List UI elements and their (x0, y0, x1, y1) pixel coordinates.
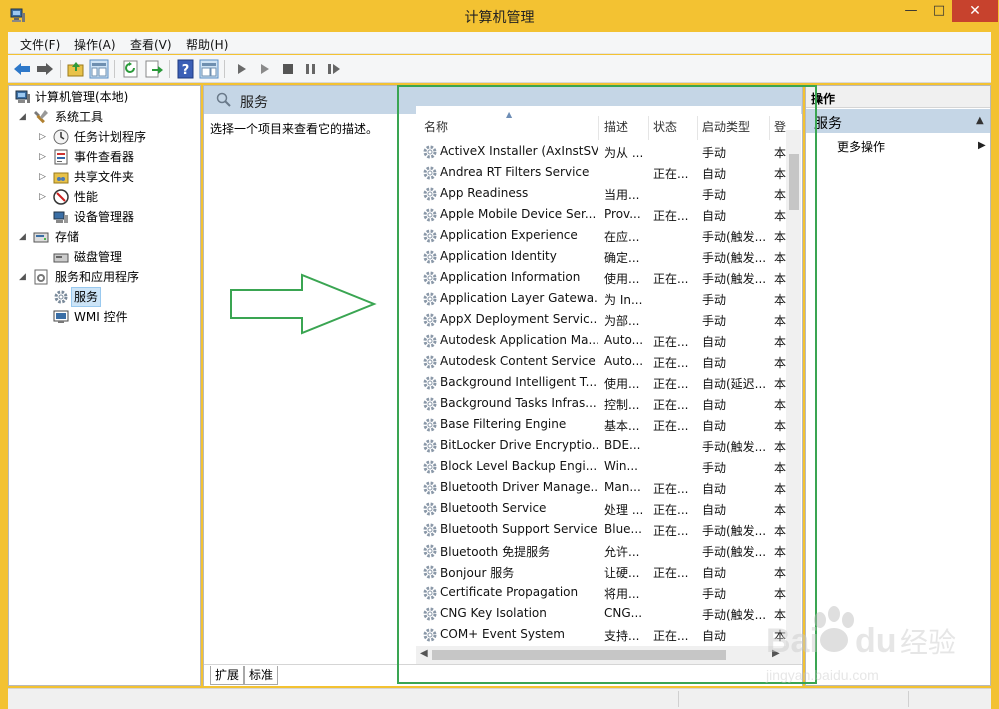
watermark-brand-suffix: du (855, 622, 897, 660)
tab-standard[interactable]: 标准 (244, 666, 279, 685)
play-icon[interactable] (232, 59, 252, 79)
tree-item-task-scheduler[interactable]: ▷ 任务计划程序 (9, 127, 199, 147)
toolbar-separator (169, 60, 170, 78)
show-hide-action-pane-icon[interactable] (199, 59, 219, 79)
collapse-section-icon[interactable]: ▲ (976, 115, 984, 126)
stop-icon[interactable] (278, 59, 298, 79)
tree-item-device-manager[interactable]: 设备管理器 (9, 207, 199, 227)
status-cell (908, 691, 991, 707)
annotation-highlight-box (397, 85, 817, 684)
tree-label: WMI 控件 (74, 310, 128, 324)
watermark-url: jingyan.baidu.com (765, 667, 879, 683)
watermark-brand: Bai (766, 622, 819, 660)
minimize-button[interactable]: — (896, 0, 926, 22)
device-manager-icon (53, 209, 69, 225)
title-bar[interactable]: 计算机管理 — □ ✕ (0, 0, 999, 32)
expand-arrow-icon[interactable]: ▷ (39, 127, 49, 147)
forward-icon[interactable] (35, 59, 55, 79)
tree-label: 系统工具 (55, 110, 104, 124)
wmi-icon (53, 309, 69, 325)
services-apps-icon (33, 269, 49, 285)
expand-arrow-icon[interactable]: ▷ (39, 187, 49, 207)
collapse-arrow-icon[interactable]: ◢ (19, 267, 29, 287)
up-folder-icon[interactable] (66, 59, 86, 79)
tree-label: 任务计划程序 (74, 130, 147, 144)
tree-item-shared-folders[interactable]: ▷ 共享文件夹 (9, 167, 199, 187)
search-gear-icon (216, 92, 232, 111)
console-tree-pane: 计算机管理(本地) ◢ 系统工具 ▷ 任务计划程序 ▷ 事件查看器 ▷ 共享文件… (8, 85, 201, 686)
services-title: 服务 (240, 95, 268, 111)
tree-item-services-apps[interactable]: ◢ 服务和应用程序 (9, 267, 199, 287)
show-hide-tree-icon[interactable] (89, 59, 109, 79)
computer-management-icon (15, 89, 31, 105)
menu-action[interactable]: 操作(A) (74, 36, 116, 53)
tree-item-storage[interactable]: ◢ 存储 (9, 227, 199, 247)
tree-label: 磁盘管理 (74, 250, 123, 264)
refresh-icon[interactable] (121, 59, 141, 79)
annotation-arrow (230, 273, 377, 335)
tree-item-services[interactable]: 服务 (9, 287, 199, 307)
tree-label: 事件查看器 (74, 150, 135, 164)
clock-icon (53, 129, 69, 145)
status-cell (678, 691, 908, 707)
tree-item-performance[interactable]: ▷ 性能 (9, 187, 199, 207)
menu-bar: 文件(F) 操作(A) 查看(V) 帮助(H) (8, 32, 991, 54)
play-outline-icon[interactable] (255, 59, 275, 79)
help-icon[interactable]: ? (176, 59, 196, 79)
pause-icon[interactable] (301, 59, 321, 79)
tree-label: 服务和应用程序 (55, 270, 140, 284)
submenu-arrow-icon: ▶ (978, 140, 986, 151)
tree-item-event-viewer[interactable]: ▷ 事件查看器 (9, 147, 199, 167)
tree-label: 性能 (74, 190, 99, 204)
tree-item-disk-management[interactable]: 磁盘管理 (9, 247, 199, 267)
menu-file[interactable]: 文件(F) (20, 36, 60, 53)
tree-label: 设备管理器 (74, 210, 135, 224)
tree-item-root[interactable]: 计算机管理(本地) (9, 87, 199, 107)
toolbar: ? (8, 55, 991, 83)
tree-item-system-tools[interactable]: ◢ 系统工具 (9, 107, 199, 127)
storage-icon (33, 229, 49, 245)
shared-folder-icon (53, 169, 69, 185)
menu-help[interactable]: 帮助(H) (186, 36, 228, 53)
restart-icon[interactable] (324, 59, 344, 79)
description-hint: 选择一个项目来查看它的描述。 (210, 122, 379, 136)
baidu-watermark: Bai du 经验 jingyan.baidu.com (760, 596, 960, 686)
export-list-icon[interactable] (144, 59, 164, 79)
window-title: 计算机管理 (464, 10, 535, 26)
actions-section-services[interactable]: 服务 ▲ (806, 109, 990, 133)
toolbar-separator (114, 60, 115, 78)
close-button[interactable]: ✕ (952, 0, 998, 22)
menu-view[interactable]: 查看(V) (130, 36, 172, 53)
actions-section-label: 服务 (814, 116, 842, 132)
event-viewer-icon (53, 149, 69, 165)
tree-label: 计算机管理(本地) (35, 90, 129, 104)
tab-extended[interactable]: 扩展 (210, 666, 245, 685)
collapse-arrow-icon[interactable]: ◢ (19, 107, 29, 127)
svg-text:?: ? (182, 63, 190, 78)
tools-icon (33, 109, 49, 125)
back-icon[interactable] (12, 59, 32, 79)
disk-icon (53, 249, 69, 265)
status-bar (8, 688, 991, 709)
tree-label: 服务 (71, 287, 102, 307)
watermark-cn: 经验 (900, 626, 956, 659)
gear-icon (53, 289, 69, 305)
performance-icon (53, 189, 69, 205)
expand-arrow-icon[interactable]: ▷ (39, 147, 49, 167)
maximize-button[interactable]: □ (926, 0, 952, 22)
more-actions-item[interactable]: 更多操作 (837, 138, 885, 155)
toolbar-separator (60, 60, 61, 78)
expand-arrow-icon[interactable]: ▷ (39, 167, 49, 187)
tree-label: 存储 (55, 230, 80, 244)
computer-management-window: 计算机管理 — □ ✕ 文件(F) 操作(A) 查看(V) 帮助(H) ? 计算… (0, 0, 999, 709)
actions-header: 操作 (806, 86, 990, 108)
toolbar-separator (224, 60, 225, 78)
baidu-paw-logo: Bai du 经验 jingyan.baidu.com (765, 606, 956, 683)
tree-label: 共享文件夹 (74, 170, 135, 184)
tree-item-wmi[interactable]: WMI 控件 (9, 307, 199, 327)
collapse-arrow-icon[interactable]: ◢ (19, 227, 29, 247)
